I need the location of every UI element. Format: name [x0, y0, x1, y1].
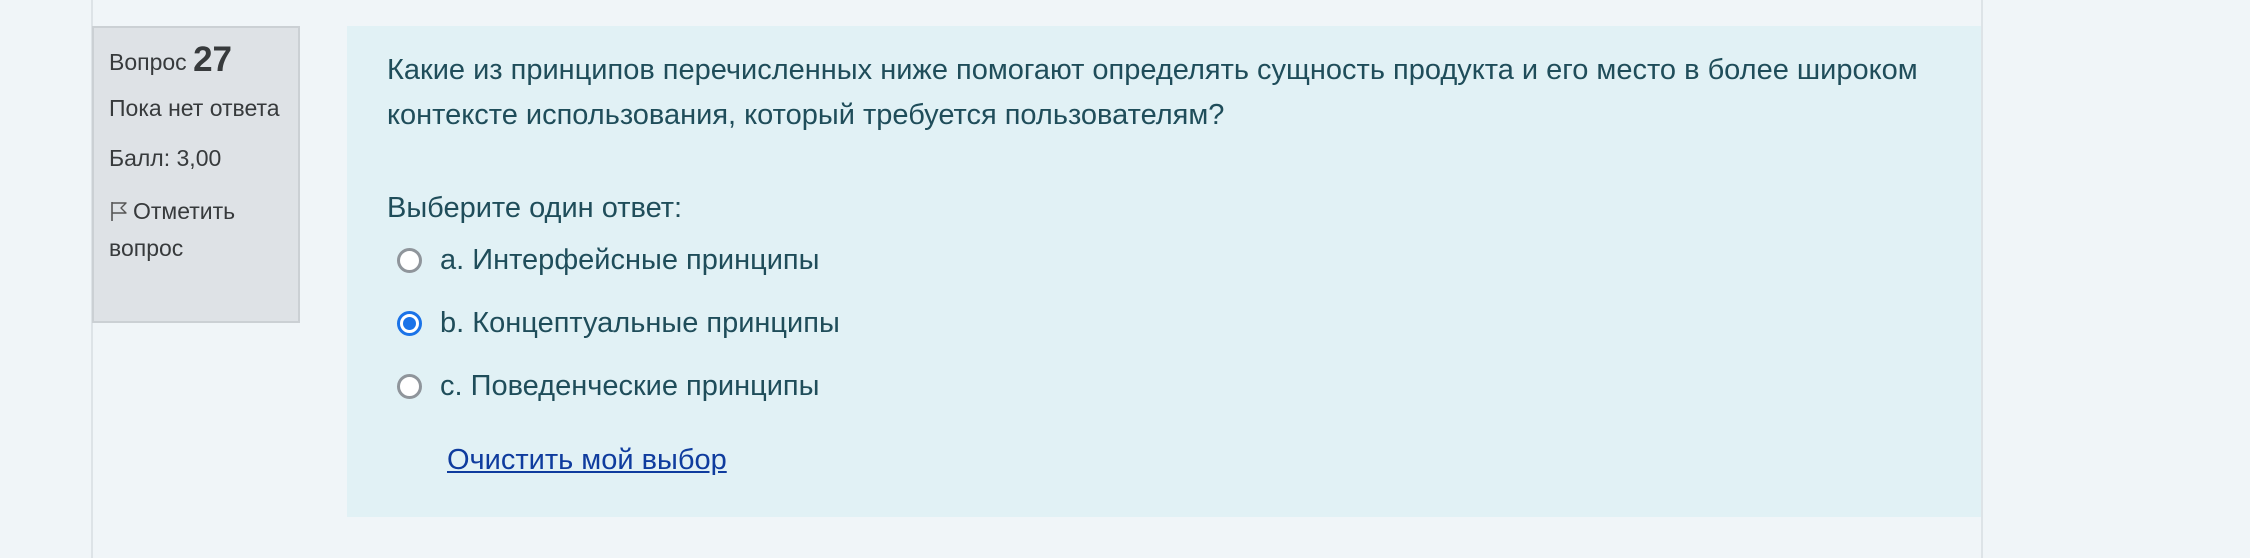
question-content: Какие из принципов перечисленных ниже по…: [347, 26, 1981, 517]
question-info-panel: Вопрос 27 Пока нет ответа Балл: 3,00 Отм…: [92, 26, 300, 323]
question-state: Пока нет ответа: [109, 95, 280, 121]
radio-button-a[interactable]: [397, 247, 422, 273]
answer-prompt: Выберите один ответ:: [387, 192, 683, 224]
flag-outline-icon: [109, 196, 129, 221]
question-number: 27: [193, 40, 232, 79]
flag-question-link[interactable]: Отметить вопрос: [109, 193, 284, 267]
clear-choice-link[interactable]: Очистить мой выбор: [447, 440, 727, 480]
answer-option-b[interactable]: b. Концептуальные принципы: [397, 303, 840, 343]
answer-label-b: b. Концептуальные принципы: [440, 307, 840, 339]
radio-button-c[interactable]: [397, 373, 422, 399]
question-text: Какие из принципов перечисленных ниже по…: [387, 54, 1918, 131]
question-label: Вопрос: [109, 49, 187, 75]
answer-label-a: a. Интерфейсные принципы: [440, 244, 820, 276]
radio-button-b[interactable]: [397, 310, 422, 336]
answer-option-c[interactable]: c. Поведенческие принципы: [397, 366, 819, 406]
answer-label-c: c. Поведенческие принципы: [440, 370, 820, 402]
question-number-row: Вопрос 27: [109, 40, 284, 82]
answer-option-a[interactable]: a. Интерфейсные принципы: [397, 240, 819, 280]
page-right-border: [1981, 0, 1983, 558]
question-grade: Балл: 3,00: [109, 145, 222, 171]
